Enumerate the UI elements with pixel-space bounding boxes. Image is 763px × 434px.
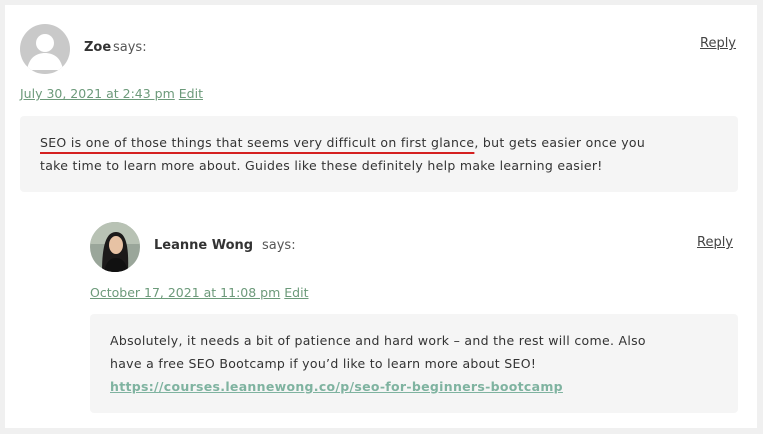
reply-button[interactable]: Reply	[700, 36, 736, 51]
comment-text-line1: Absolutely, it needs a bit of patience a…	[110, 333, 646, 348]
comment-text: SEO is one of those things that seems ve…	[40, 131, 730, 177]
comment-text: Absolutely, it needs a bit of patience a…	[110, 329, 730, 398]
comment-author-name: Zoe	[84, 40, 112, 55]
edit-link[interactable]: Edit	[284, 285, 308, 300]
comment-text-line2: have a free SEO Bootcamp if you’d like t…	[110, 356, 537, 371]
comment-says-label: says:	[262, 238, 296, 253]
default-avatar-icon	[20, 24, 70, 74]
reply-button[interactable]: Reply	[697, 235, 733, 250]
comment-meta: October 17, 2021 at 11:08 pm Edit	[90, 285, 309, 300]
comment-date-link[interactable]: July 30, 2021 at 2:43 pm	[20, 86, 175, 101]
comment-date-link[interactable]: October 17, 2021 at 11:08 pm	[90, 285, 280, 300]
bootcamp-link[interactable]: https://courses.leannewong.co/p/seo-for-…	[110, 379, 563, 394]
highlighted-text: SEO is one of those things that seems ve…	[40, 135, 475, 150]
comment-text-line2: take time to learn more about. Guides li…	[40, 158, 603, 173]
comment-author-name: Leanne Wong	[154, 238, 254, 253]
comment-says-label: says:	[113, 40, 147, 55]
comment-text-line1-rest: , but gets easier once you	[474, 135, 646, 150]
comment-meta: July 30, 2021 at 2:43 pm Edit	[20, 86, 203, 101]
leanne-avatar-icon	[90, 222, 140, 272]
edit-link[interactable]: Edit	[179, 86, 203, 101]
